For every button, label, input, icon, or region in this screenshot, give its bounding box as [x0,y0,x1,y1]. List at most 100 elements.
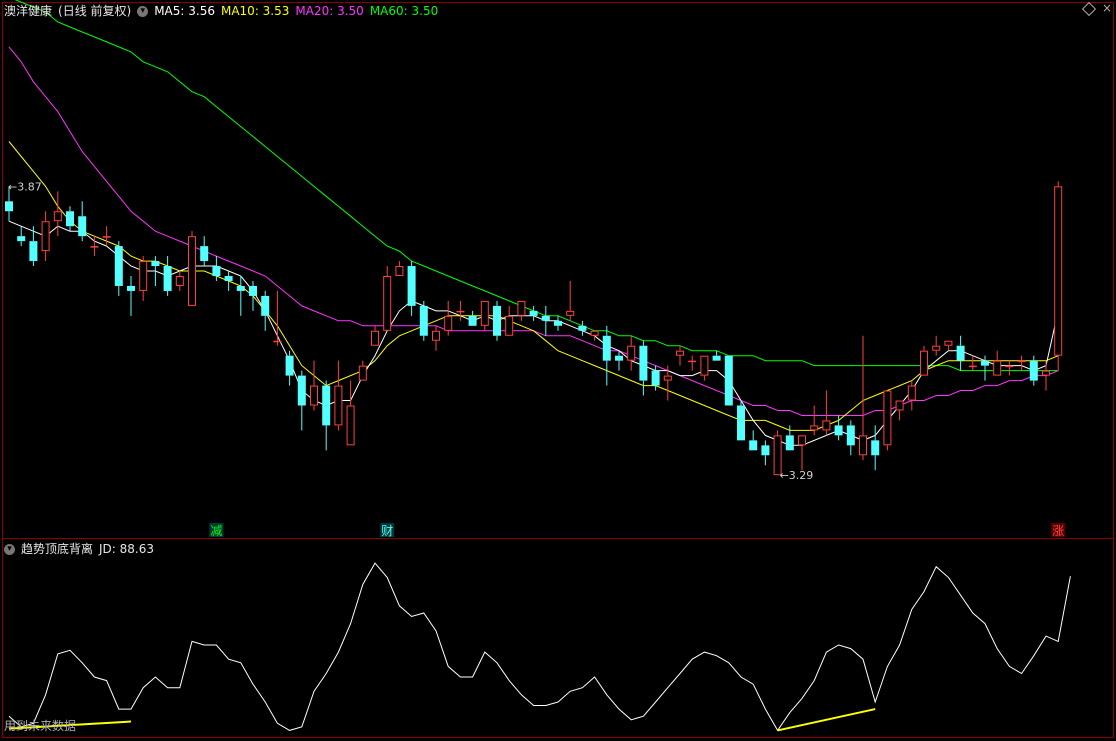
candle-body [578,325,587,331]
candle-body [127,285,135,291]
future-data-note: 用到未来数据 [4,719,77,733]
candle-body [615,355,623,361]
candle-body [554,320,562,326]
candle-body [785,435,794,451]
candle-body [273,340,282,343]
candle-body [444,315,453,331]
candle-body [627,345,636,361]
candle-body [249,285,257,296]
candle [883,390,892,451]
candle-body [834,425,843,436]
candle-body [346,405,355,446]
candle-body [846,425,855,446]
candle-body [883,390,892,446]
candle-body [541,315,550,321]
candle-body [41,221,50,252]
candle-body [663,375,672,381]
candle-body [724,355,733,406]
event-marker: 减 [210,524,222,538]
candle [737,400,745,441]
price-header: 澳洋健康 (日线 前复权) ▾ MA5: 3.56 MA10: 3.53 MA2… [4,2,438,20]
low-price-label: ←3.29 [780,469,814,482]
candle-body [371,330,379,346]
chevron-down-icon[interactable]: ▾ [137,5,149,17]
ma10-value: MA10: 3.53 [220,4,290,18]
candle-body [761,445,770,456]
candle-body [322,385,331,426]
candle [188,231,196,306]
candle-body [236,285,245,291]
chart-window: ←3.87 ←3.29 减 财 涨 澳洋健康 (日线 前复权) ▾ MA5: 3.56 … [0,0,1116,738]
jd-value: JD: 88.63 [99,542,155,556]
candle-body [224,276,233,281]
candle-body [480,300,489,326]
candle-body [188,236,196,306]
candle-body [102,236,111,238]
candle-body [859,435,867,456]
chevron-down-icon[interactable]: ▾ [4,543,15,555]
candle [724,355,733,406]
candle-body [78,216,87,237]
candle-body [700,355,709,376]
candle [1054,181,1063,371]
candle-body [688,360,697,363]
candle-body [1029,360,1038,381]
candle-body [285,355,294,376]
candle-body [822,420,831,431]
candle-body [895,400,904,411]
candle-body [5,201,13,212]
candle-body [383,276,392,331]
candle-body [810,425,819,431]
ma20-value: MA20: 3.50 [295,4,364,18]
candle-body [17,236,26,242]
candle-body [29,241,38,262]
candle-body [1017,360,1026,363]
candle-body [651,370,660,386]
ma60-value: MA60: 3.50 [369,4,439,18]
high-price-label: ←3.87 [8,180,42,193]
stock-name[interactable]: 澳洋健康 [4,2,52,20]
candle-body [212,266,221,276]
candle-body [956,345,965,361]
candle-body [639,345,648,381]
candle-body [920,350,928,376]
candle-body [529,310,538,316]
indicator-name[interactable]: 趋势顶底背离 [21,540,93,558]
candle-body [139,261,148,291]
chart-canvas: ←3.87 ←3.29 减 财 涨 [0,0,1116,738]
candle-body [749,440,758,451]
close-icon[interactable]: × [1102,1,1112,15]
candle-body [505,315,514,336]
candle [493,300,501,341]
candle-body [944,340,953,346]
candle-body [358,365,367,381]
candle-body [114,246,123,286]
candle-body [798,435,806,446]
candle-body [981,360,989,366]
candle-body [602,335,611,361]
candle-body [712,355,721,361]
candle-body [151,261,160,267]
candle-body [1042,370,1050,376]
event-marker: 财 [381,524,393,538]
candle-body [407,266,416,306]
candle-body [175,276,184,286]
candle-body [968,365,977,368]
candle-body [907,385,916,401]
candle-body [493,305,501,336]
candle-body [395,266,404,276]
candle-body [200,246,209,262]
candle-body [432,330,440,341]
candle-body [871,440,880,456]
candle-body [163,266,172,291]
candle-body [419,305,428,336]
candle-body [1005,365,1014,368]
ma5-value: MA5: 3.56 [154,4,215,18]
candle-body [737,405,745,441]
candle-body [261,295,270,316]
candle-body [517,300,526,316]
candle-body [310,385,318,406]
period-label: (日线 前复权) [58,4,132,18]
candle-body [1054,186,1063,356]
candle-body [993,360,1002,376]
